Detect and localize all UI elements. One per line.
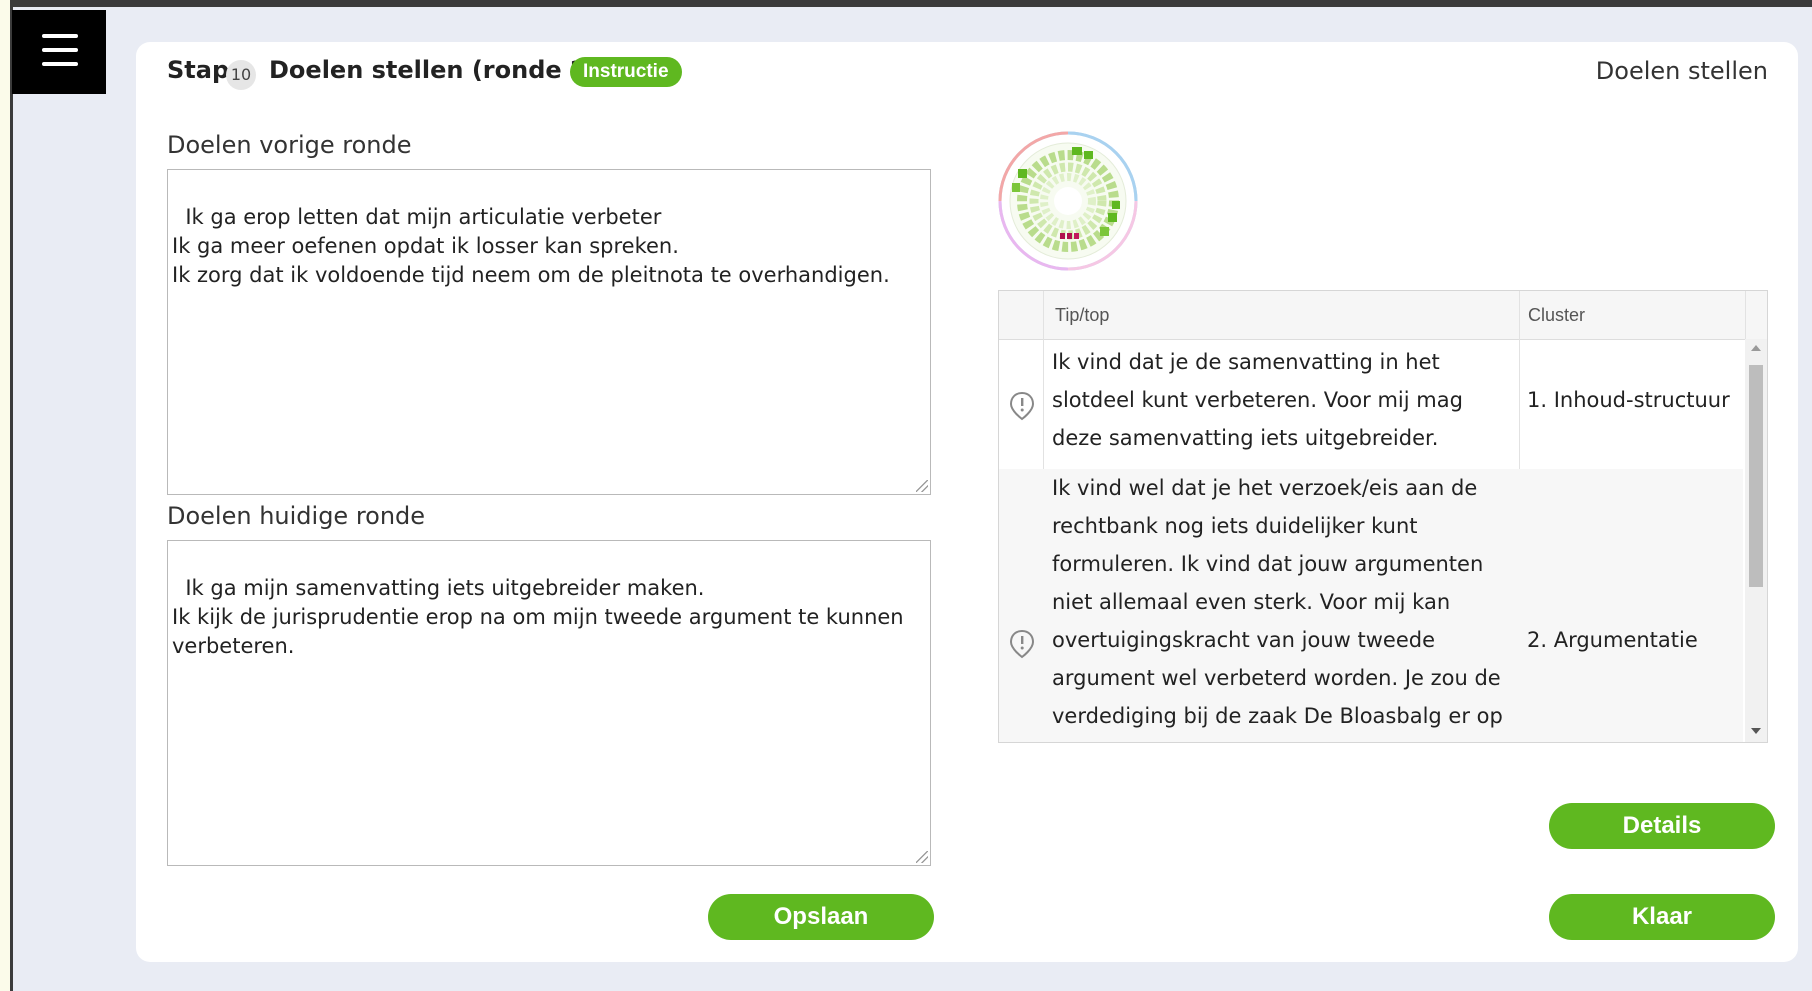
resize-grip-icon[interactable] bbox=[916, 851, 928, 863]
cluster-text: 1. Inhoud-structuur bbox=[1527, 388, 1730, 412]
table-header: Tip/top Cluster bbox=[999, 291, 1767, 340]
table-row[interactable]: Ik vind dat je de samenvatting in het sl… bbox=[999, 343, 1743, 469]
column-header-tip[interactable]: Tip/top bbox=[1055, 291, 1109, 339]
table-row[interactable]: Ik vind wel dat je het verzoek/eis aan d… bbox=[999, 469, 1743, 742]
feedback-wheel-chart[interactable] bbox=[996, 129, 1140, 273]
table-scrollbar[interactable] bbox=[1745, 339, 1767, 742]
tip-marker-icon bbox=[1009, 391, 1035, 421]
scroll-up-arrow-icon[interactable] bbox=[1751, 345, 1761, 351]
previous-goals-label: Doelen vorige ronde bbox=[167, 131, 412, 159]
tip-marker-icon bbox=[1009, 629, 1035, 659]
page-title: Doelen stellen (ronde 2) bbox=[269, 56, 598, 84]
tip-text: Ik vind wel dat je het verzoek/eis aan d… bbox=[1052, 476, 1503, 728]
cluster-text: 2. Argumentatie bbox=[1527, 628, 1698, 652]
previous-goals-text: Ik ga erop letten dat mijn articulatie v… bbox=[172, 205, 890, 287]
hamburger-menu-button[interactable] bbox=[12, 10, 106, 94]
feedback-table: Tip/top Cluster Ik vind dat je de samenv… bbox=[998, 290, 1768, 743]
current-goals-label: Doelen huidige ronde bbox=[167, 502, 426, 530]
step-label: Stap bbox=[167, 56, 230, 84]
done-button[interactable]: Klaar bbox=[1549, 894, 1775, 940]
instruction-button[interactable]: Instructie bbox=[570, 57, 682, 87]
page-name-label: Doelen stellen bbox=[1595, 57, 1768, 85]
column-header-cluster[interactable]: Cluster bbox=[1528, 291, 1585, 339]
step-number-badge: 10 bbox=[226, 60, 256, 90]
tip-text: Ik vind dat je de samenvatting in het sl… bbox=[1052, 350, 1463, 450]
previous-goals-textarea[interactable]: Ik ga erop letten dat mijn articulatie v… bbox=[167, 169, 931, 495]
details-button[interactable]: Details bbox=[1549, 803, 1775, 849]
current-goals-textarea[interactable]: Ik ga mijn samenvatting iets uitgebreide… bbox=[167, 540, 931, 866]
resize-grip-icon[interactable] bbox=[916, 480, 928, 492]
scroll-down-arrow-icon[interactable] bbox=[1751, 728, 1761, 734]
current-goals-text: Ik ga mijn samenvatting iets uitgebreide… bbox=[172, 576, 904, 658]
scrollbar-thumb[interactable] bbox=[1749, 365, 1763, 587]
save-button[interactable]: Opslaan bbox=[708, 894, 934, 940]
